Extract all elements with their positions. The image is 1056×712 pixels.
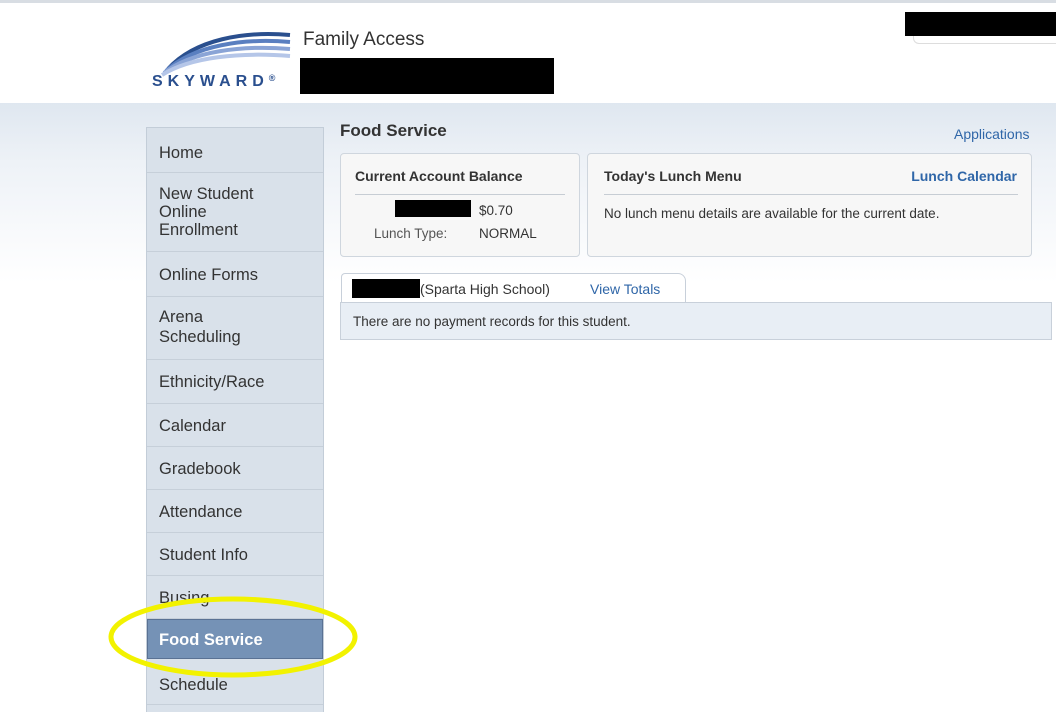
todays-lunch-menu-card: Today's Lunch Menu Lunch Calendar No lun… <box>587 153 1032 257</box>
skyward-logo-text: SKYWARD® <box>152 73 276 90</box>
student-tab-school: (Sparta High School) <box>420 281 550 297</box>
lunch-menu-message: No lunch menu details are available for … <box>604 206 940 221</box>
payment-records-message: There are no payment records for this st… <box>353 314 631 329</box>
balance-value: $0.70 <box>479 203 513 218</box>
app-title: Family Access <box>303 29 425 50</box>
sidebar-item-calendar[interactable]: Calendar <box>147 404 323 447</box>
sidebar-item-schedule[interactable]: Schedule <box>147 660 323 705</box>
redacted-student-name <box>300 58 554 94</box>
lunch-calendar-link[interactable]: Lunch Calendar <box>911 168 1017 184</box>
divider <box>355 194 565 195</box>
sidebar-item-ethnicity-race[interactable]: Ethnicity/Race <box>147 360 323 404</box>
balance-card-title: Current Account Balance <box>355 168 523 184</box>
student-tab[interactable]: (Sparta High School) View Totals <box>341 273 686 302</box>
sidebar-item-arena-scheduling[interactable]: Arena Scheduling <box>147 297 323 360</box>
redacted-user-name <box>905 12 1056 36</box>
applications-link[interactable]: Applications <box>954 126 1030 142</box>
current-account-balance-card: Current Account Balance $0.70 Lunch Type… <box>340 153 580 257</box>
view-totals-link[interactable]: View Totals <box>590 281 660 297</box>
redacted-account-label <box>395 200 471 217</box>
divider <box>604 194 1018 195</box>
sidebar-item-home[interactable]: Home <box>147 128 323 173</box>
lunch-type-label: Lunch Type: <box>374 226 448 241</box>
sidebar-nav: Home New Student Online Enrollment Onlin… <box>146 127 324 712</box>
sidebar-item-attendance[interactable]: Attendance <box>147 490 323 533</box>
lunch-menu-title: Today's Lunch Menu <box>604 168 742 184</box>
sidebar-item-gradebook[interactable]: Gradebook <box>147 447 323 490</box>
redacted-student-tab-name <box>352 279 420 298</box>
sidebar-item-student-info[interactable]: Student Info <box>147 533 323 576</box>
sidebar-item-online-forms[interactable]: Online Forms <box>147 252 323 297</box>
page-title: Food Service <box>340 121 447 140</box>
header: SKYWARD® Family Access <box>0 3 1056 103</box>
sidebar-item-new-student-online-enrollment[interactable]: New Student Online Enrollment <box>147 173 323 252</box>
sidebar-item-busing[interactable]: Busing <box>147 576 323 619</box>
sidebar-item-food-service[interactable]: Food Service <box>147 619 323 659</box>
lunch-type-value: NORMAL <box>479 226 537 241</box>
payment-records-panel: There are no payment records for this st… <box>340 302 1052 340</box>
